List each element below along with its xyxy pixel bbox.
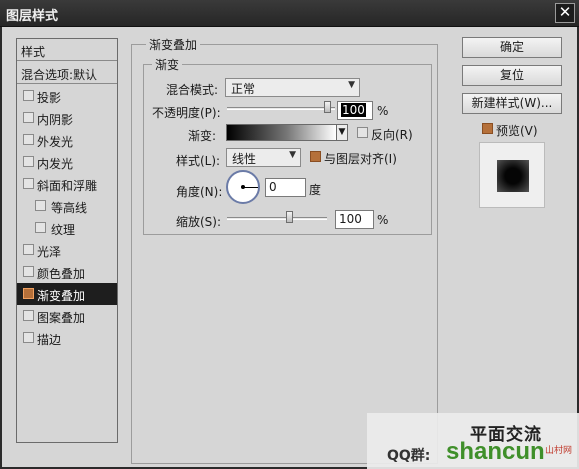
style-item-checkbox[interactable] <box>23 288 34 299</box>
style-item-checkbox[interactable] <box>23 332 34 343</box>
blend-options-label: 混合选项:默认 <box>21 68 98 82</box>
style-item-label: 外发光 <box>37 135 74 149</box>
style-item-label: 纹理 <box>51 223 76 237</box>
opacity-unit: % <box>377 104 389 118</box>
reverse-checkbox[interactable] <box>357 127 368 138</box>
blend-options-item[interactable]: 混合选项:默认 <box>17 62 117 84</box>
style-item-label: 图案叠加 <box>37 311 86 325</box>
watermark-qq: QQ群: <box>387 448 431 464</box>
style-item-label: 斜面和浮雕 <box>37 179 98 193</box>
scale-slider-track[interactable] <box>227 217 327 220</box>
style-item-label: 等高线 <box>51 201 88 215</box>
style-item-checkbox[interactable] <box>23 112 34 123</box>
title-bar: 图层样式 ✕ <box>0 0 579 27</box>
opacity-input[interactable]: 100 <box>337 101 373 120</box>
angle-input[interactable]: 0 <box>265 178 306 197</box>
gradient-dropdown-icon[interactable]: ▼ <box>336 124 348 141</box>
angle-unit: 度 <box>309 183 322 197</box>
gradient-label: 渐变: <box>188 129 217 143</box>
style-item-label: 内阴影 <box>37 113 74 127</box>
style-list-item[interactable]: 颜色叠加 <box>17 261 117 283</box>
opacity-slider-track[interactable] <box>227 107 335 110</box>
gradient-style-value: 线性 <box>232 152 257 166</box>
angle-value: 0 <box>269 180 277 194</box>
style-list-item[interactable]: 等高线 <box>17 195 117 217</box>
blend-mode-label: 混合模式: <box>166 83 219 97</box>
angle-center-dot <box>241 185 245 189</box>
style-list-item[interactable]: 内发光 <box>17 151 117 173</box>
angle-label: 角度(N): <box>176 185 223 199</box>
style-item-label: 投影 <box>37 91 62 105</box>
gradient-overlay-title: 渐变叠加 <box>146 36 201 53</box>
scale-label: 缩放(S): <box>176 215 222 229</box>
style-item-checkbox[interactable] <box>23 266 34 277</box>
style-list-item[interactable]: 斜面和浮雕 <box>17 173 117 195</box>
style-list-item[interactable]: 投影 <box>17 85 117 107</box>
style-item-checkbox[interactable] <box>35 222 46 233</box>
chevron-down-icon: ▼ <box>289 150 296 160</box>
style-item-label: 颜色叠加 <box>37 267 86 281</box>
new-style-button[interactable]: 新建样式(W)... <box>462 93 562 114</box>
opacity-label: 不透明度(P): <box>152 106 221 120</box>
style-list-item[interactable]: 渐变叠加 <box>17 283 117 305</box>
watermark-brand: shancun <box>446 438 545 465</box>
preview-checkbox[interactable] <box>482 123 493 134</box>
gradient-swatch[interactable] <box>226 124 337 141</box>
watermark-overlay: 平面交流 QQ群: shancun 山村网 <box>367 413 579 469</box>
window-title: 图层样式 <box>6 9 59 24</box>
style-list-item[interactable]: 图案叠加 <box>17 305 117 327</box>
style-item-checkbox[interactable] <box>35 200 46 211</box>
dialog-client: 样式 混合选项:默认 投影 内阴影 外发光 内发光 斜面和浮雕 等高线 纹理 光泽 颜色叠加 渐变… <box>2 27 577 467</box>
align-with-layer-checkbox[interactable] <box>310 151 321 162</box>
scale-input[interactable]: 100 <box>335 210 374 229</box>
gradient-style-select[interactable]: 线性 ▼ <box>226 148 301 167</box>
style-item-checkbox[interactable] <box>23 244 34 255</box>
watermark-brand-tag: 山村网 <box>545 446 573 456</box>
opacity-value: 100 <box>341 103 366 117</box>
close-icon[interactable]: ✕ <box>555 3 575 23</box>
angle-dial[interactable] <box>226 170 260 204</box>
style-item-checkbox[interactable] <box>23 178 34 189</box>
chevron-down-icon: ▼ <box>348 80 355 90</box>
style-preview-thumbnail <box>479 142 545 208</box>
blend-mode-value: 正常 <box>231 82 256 96</box>
style-list-item[interactable]: 描边 <box>17 327 117 349</box>
style-item-label: 内发光 <box>37 157 74 171</box>
preview-square <box>497 160 529 192</box>
style-item-checkbox[interactable] <box>23 90 34 101</box>
preview-label: 预览(V) <box>496 124 538 138</box>
gradient-group-title: 渐变 <box>152 56 183 73</box>
style-list-item[interactable]: 内阴影 <box>17 107 117 129</box>
align-with-layer-label: 与图层对齐(I) <box>324 152 397 166</box>
style-list-item[interactable]: 光泽 <box>17 239 117 261</box>
reset-button[interactable]: 复位 <box>462 65 562 86</box>
scale-value: 100 <box>339 212 362 226</box>
style-item-label: 光泽 <box>37 245 62 259</box>
ok-button[interactable]: 确定 <box>462 37 562 58</box>
style-list: 样式 混合选项:默认 投影内阴影外发光内发光斜面和浮雕等高线纹理光泽颜色叠加渐变… <box>16 38 118 443</box>
style-item-label: 描边 <box>37 333 62 347</box>
style-label: 样式(L): <box>176 154 221 168</box>
style-list-header[interactable]: 样式 <box>17 39 117 61</box>
style-item-checkbox[interactable] <box>23 310 34 321</box>
angle-needle <box>243 187 258 188</box>
style-list-item[interactable]: 纹理 <box>17 217 117 239</box>
scale-unit: % <box>377 213 389 227</box>
blend-mode-select[interactable]: 正常 ▼ <box>225 78 360 97</box>
opacity-slider-thumb[interactable] <box>324 101 331 113</box>
style-item-label: 渐变叠加 <box>37 289 86 303</box>
style-list-item[interactable]: 外发光 <box>17 129 117 151</box>
scale-slider-thumb[interactable] <box>286 211 293 223</box>
style-item-checkbox[interactable] <box>23 134 34 145</box>
reverse-label: 反向(R) <box>371 128 413 142</box>
style-item-checkbox[interactable] <box>23 156 34 167</box>
